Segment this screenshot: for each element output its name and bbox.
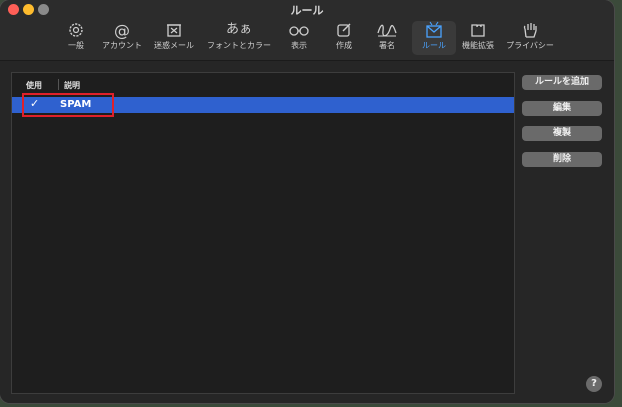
tab-label: 一般 — [68, 41, 84, 50]
junk-icon — [167, 24, 181, 37]
gear-icon — [69, 23, 83, 37]
at-icon: @ — [114, 21, 130, 39]
tab-fonts-colors[interactable]: あぁ フォントとカラー — [204, 21, 274, 55]
fonts-icon: あぁ — [225, 22, 252, 37]
tab-label: 機能拡張 — [462, 41, 494, 50]
tab-composing[interactable]: 作成 — [332, 21, 356, 55]
hand-icon — [523, 23, 537, 38]
tab-viewing[interactable]: 表示 — [286, 21, 312, 55]
tab-label: 表示 — [291, 41, 307, 50]
column-divider — [58, 79, 59, 90]
tab-rules[interactable]: ルール — [412, 21, 456, 55]
rules-icon — [426, 21, 442, 38]
tab-junk[interactable]: 迷惑メール — [152, 21, 196, 55]
signature-icon — [377, 24, 397, 37]
duplicate-button[interactable]: 複製 — [522, 126, 602, 141]
tab-signatures[interactable]: 署名 — [374, 21, 400, 55]
delete-button[interactable]: 削除 — [522, 152, 602, 167]
window-title: ルール — [290, 4, 324, 17]
compose-icon — [337, 23, 351, 37]
preferences-window: ルール 一般 @ アカウント 迷惑メール あぁ フォントとカラー 表示 作成 署… — [0, 0, 614, 403]
tab-label: ルール — [422, 41, 446, 50]
edit-button[interactable]: 編集 — [522, 101, 602, 116]
tab-label: 迷惑メール — [154, 41, 194, 50]
table-header: 使用 説明 — [12, 73, 514, 93]
tab-accounts[interactable]: @ アカウント — [98, 21, 146, 55]
glasses-icon — [289, 26, 309, 36]
column-header-use[interactable]: 使用 — [26, 80, 42, 91]
tab-label: 作成 — [336, 41, 352, 50]
tab-label: フォントとカラー — [207, 41, 271, 50]
add-rule-button[interactable]: ルールを追加 — [522, 75, 602, 90]
annotation-highlight-box — [22, 93, 114, 117]
tab-general[interactable]: 一般 — [64, 21, 88, 55]
tab-extensions[interactable]: 機能拡張 — [460, 21, 496, 55]
puzzle-icon — [471, 24, 485, 37]
tab-label: アカウント — [102, 41, 142, 50]
svg-text:@: @ — [114, 21, 130, 39]
rules-table: 使用 説明 ✓ SPAM — [11, 72, 515, 394]
tab-label: 署名 — [379, 41, 395, 50]
titlebar: ルール 一般 @ アカウント 迷惑メール あぁ フォントとカラー 表示 作成 署… — [0, 0, 614, 61]
tab-privacy[interactable]: プライバシー — [504, 21, 556, 55]
help-button[interactable]: ? — [586, 376, 602, 392]
tab-label: プライバシー — [506, 41, 554, 50]
column-header-description[interactable]: 説明 — [64, 80, 80, 91]
